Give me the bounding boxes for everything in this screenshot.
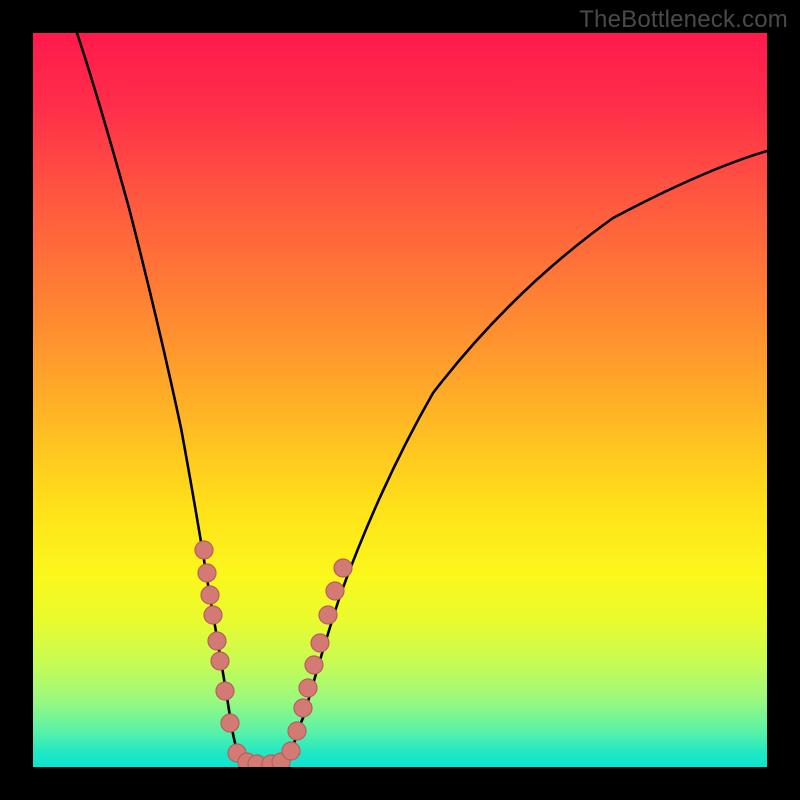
scatter-right [262,559,352,767]
scatter-left [195,541,266,767]
data-point [216,682,234,700]
data-point [282,742,300,760]
data-point [221,714,239,732]
data-point [195,541,213,559]
data-point [198,564,216,582]
data-point [305,656,323,674]
chart-frame: TheBottleneck.com [0,0,800,800]
data-point [334,559,352,577]
data-point [201,586,219,604]
data-point [294,699,312,717]
watermark-text: TheBottleneck.com [579,6,788,34]
data-point [326,582,344,600]
data-point [319,606,337,624]
data-point [288,722,306,740]
data-point [204,606,222,624]
data-point [211,652,229,670]
data-point [311,634,329,652]
plot-area [33,33,767,767]
right-curve [288,151,767,763]
chart-svg [33,33,767,767]
data-point [299,679,317,697]
data-point [208,632,226,650]
